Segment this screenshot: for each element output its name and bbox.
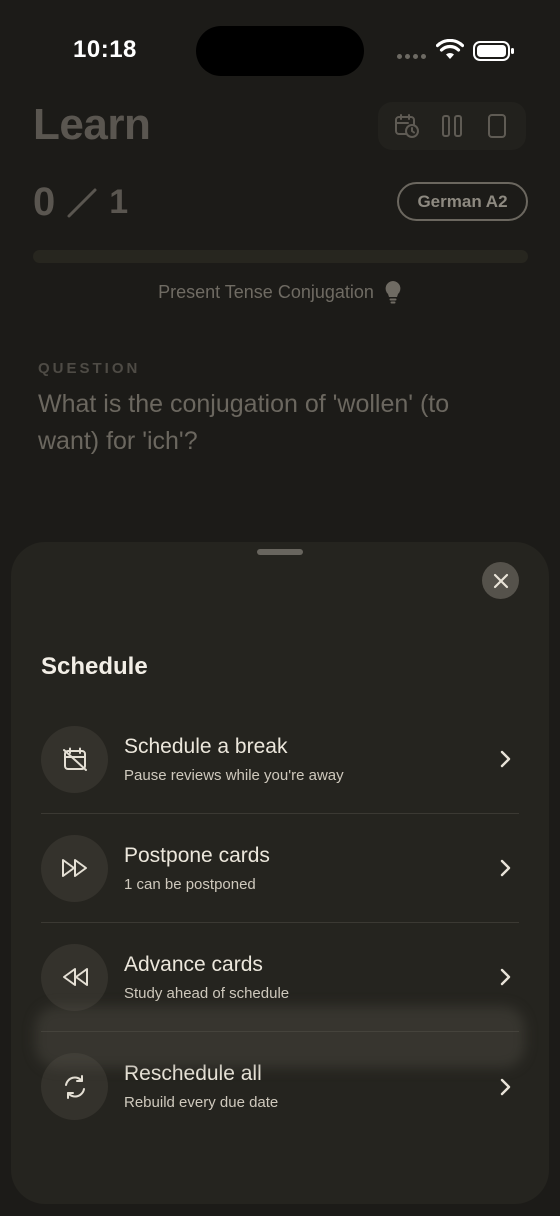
slash-divider-icon xyxy=(67,188,97,217)
header-toolbar xyxy=(378,102,526,150)
device-mode-button[interactable] xyxy=(477,106,517,146)
rewind-icon xyxy=(62,968,88,986)
phone-icon xyxy=(488,114,507,138)
topic-label: Present Tense Conjugation xyxy=(158,281,374,302)
topic-row: Present Tense Conjugation xyxy=(0,280,560,304)
option-title: Schedule a break xyxy=(124,734,288,758)
option-subtitle: Study ahead of schedule xyxy=(124,984,290,1002)
pause-icon xyxy=(441,115,462,137)
chevron-right-icon xyxy=(493,1078,517,1096)
progress-total: 1 xyxy=(109,183,129,221)
calendar-off-icon xyxy=(62,747,87,771)
progress-bar xyxy=(33,250,528,263)
pause-button[interactable] xyxy=(432,106,472,146)
close-button[interactable] xyxy=(482,562,519,599)
level-badge[interactable]: German A2 xyxy=(397,182,528,221)
chevron-right-icon xyxy=(493,968,517,986)
option-title: Postpone cards xyxy=(124,843,270,867)
question-label: QUESTION xyxy=(38,360,141,377)
chevron-right-icon xyxy=(493,750,517,768)
sheet-title: Schedule xyxy=(41,653,148,680)
chevron-right-icon xyxy=(493,859,517,877)
question-text: What is the conjugation of 'wollen' (to … xyxy=(38,390,450,455)
progress-current: 0 xyxy=(33,180,56,224)
option-title: Advance cards xyxy=(124,952,263,976)
option-icon-circle xyxy=(41,725,108,793)
option-reschedule-all[interactable]: Reschedule all Rebuild every due date xyxy=(41,1032,519,1141)
progress-count: 0 1 xyxy=(33,180,128,225)
option-subtitle: Rebuild every due date xyxy=(124,1094,279,1111)
option-advance-cards[interactable]: Advance cards Study ahead of schedule xyxy=(41,923,519,1032)
option-subtitle: Pause reviews while you're away xyxy=(124,766,344,784)
lightbulb-icon[interactable] xyxy=(384,280,402,304)
option-postpone-cards[interactable]: Postpone cards 1 can be postponed xyxy=(41,814,519,923)
option-icon-circle xyxy=(41,1053,108,1120)
page-title: Learn xyxy=(33,100,151,149)
schedule-options-list: Schedule a break Pause reviews while you… xyxy=(41,705,519,1141)
option-icon-circle xyxy=(41,834,108,902)
option-title: Reschedule all xyxy=(124,1062,262,1085)
schedule-tool-button[interactable] xyxy=(387,106,427,146)
option-subtitle: 1 can be postponed xyxy=(124,875,256,893)
refresh-icon xyxy=(64,1074,85,1099)
schedule-sheet: Schedule Schedule a break Pause reviews … xyxy=(11,542,549,1204)
fast-forward-icon xyxy=(61,859,87,877)
option-icon-circle xyxy=(41,943,108,1011)
calendar-clock-icon xyxy=(394,114,419,138)
option-schedule-break[interactable]: Schedule a break Pause reviews while you… xyxy=(41,705,519,814)
close-icon xyxy=(493,573,508,588)
sheet-grabber[interactable] xyxy=(257,549,303,555)
